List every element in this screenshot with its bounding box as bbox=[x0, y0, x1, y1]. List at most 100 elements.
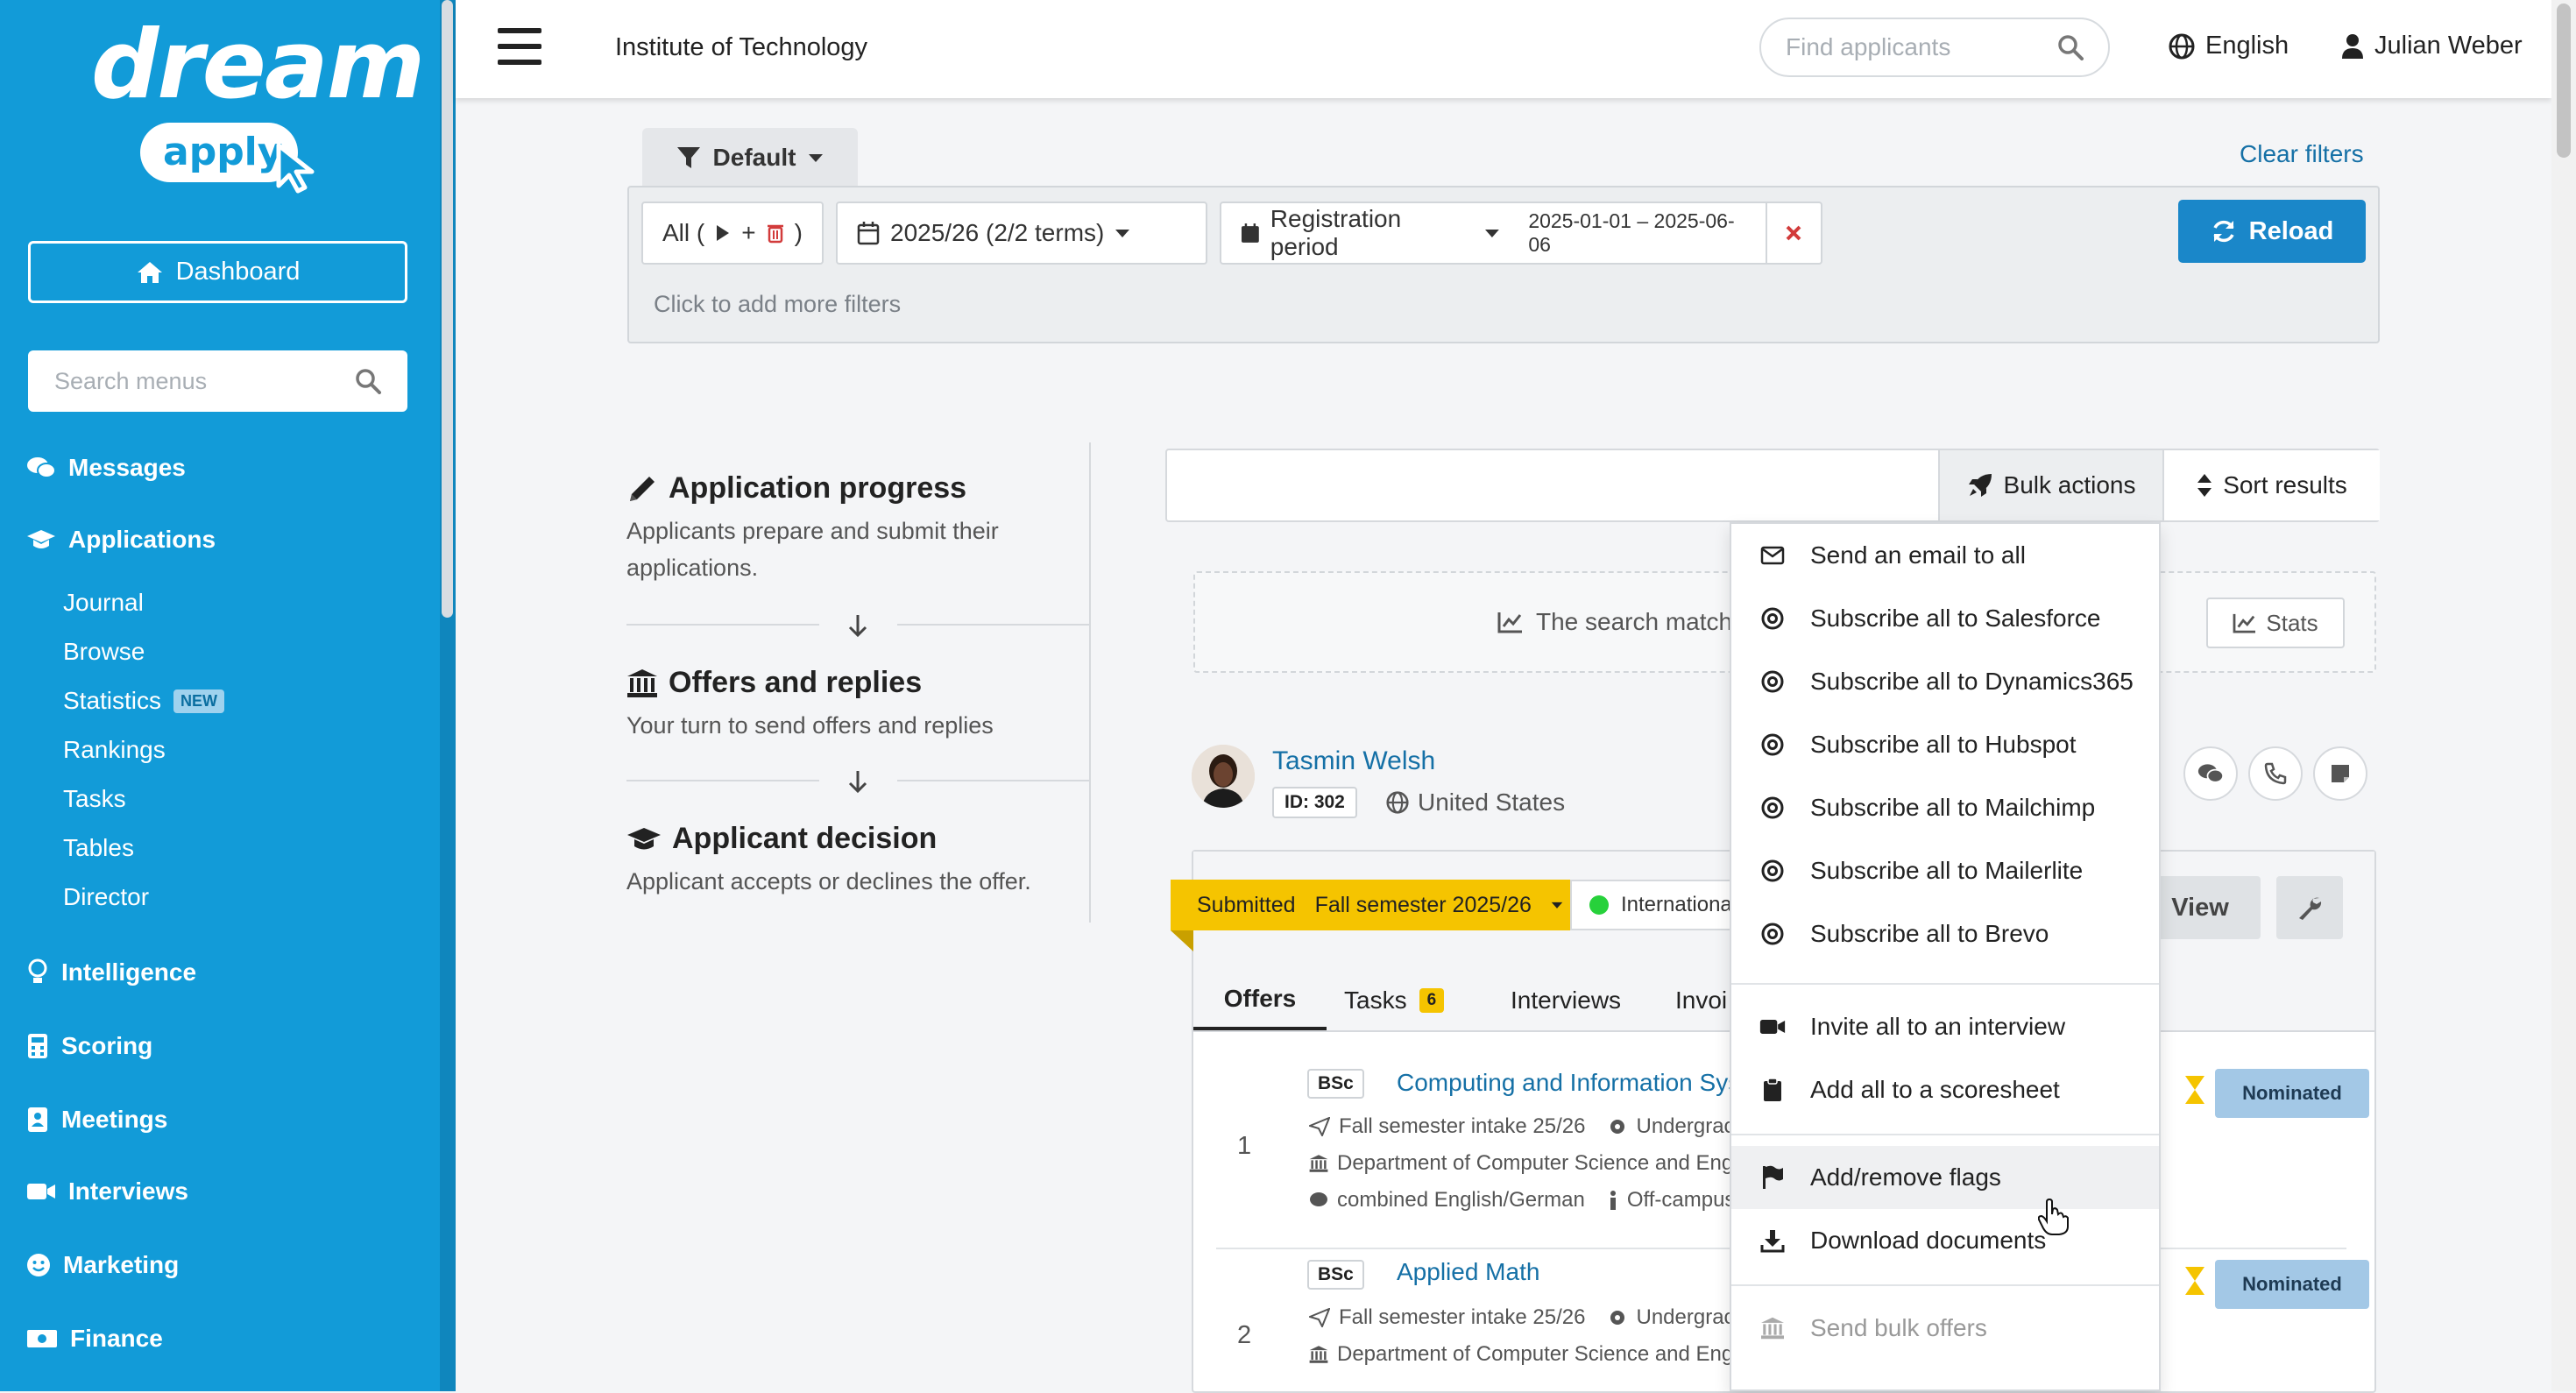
hamburger-menu-icon[interactable] bbox=[498, 26, 541, 67]
nav-sub-label: Tables bbox=[63, 834, 134, 861]
filter-preset-dropdown[interactable]: Default bbox=[642, 128, 858, 187]
menu-item-send-bulk-offers: Send bulk offers bbox=[1731, 1297, 2159, 1360]
tab-invoices[interactable]: Invoi bbox=[1675, 971, 1727, 1030]
menu-item-label: Subscribe all to Dynamics365 bbox=[1810, 668, 2134, 695]
nav-sub-rankings[interactable]: Rankings bbox=[63, 736, 166, 764]
phone-icon bbox=[2264, 762, 2287, 785]
nav-meetings[interactable]: Meetings bbox=[26, 1106, 167, 1134]
program-link[interactable]: Applied Math bbox=[1397, 1258, 1754, 1286]
nav-sub-director[interactable]: Director bbox=[63, 883, 149, 911]
period-filter-label: Registration period bbox=[1270, 205, 1402, 260]
reload-button[interactable]: Reload bbox=[2178, 200, 2366, 263]
menu-item-dynamics365[interactable]: Subscribe all to Dynamics365 bbox=[1731, 650, 2159, 713]
menu-item-send-email[interactable]: Send an email to all bbox=[1731, 524, 2159, 587]
bulk-actions-button[interactable]: Bulk actions bbox=[1938, 450, 2162, 520]
menu-item-invite-interview[interactable]: Invite all to an interview bbox=[1731, 995, 2159, 1058]
institution-icon bbox=[1309, 1346, 1328, 1363]
clipboard-icon bbox=[1764, 1078, 1781, 1101]
add-filters-link[interactable]: Click to add more filters bbox=[654, 291, 901, 318]
stats-button[interactable]: Stats bbox=[2206, 598, 2345, 648]
nav-sub-tables[interactable]: Tables bbox=[63, 834, 134, 862]
submission-status-badge[interactable]: Submitted Fall semester 2025/26 bbox=[1171, 880, 1589, 930]
menu-item-add-remove-flags[interactable]: Add/remove flags bbox=[1731, 1146, 2159, 1209]
notes-button[interactable] bbox=[2313, 746, 2367, 801]
menu-item-mailchimp[interactable]: Subscribe all to Mailchimp bbox=[1731, 776, 2159, 839]
user-menu[interactable]: Julian Weber bbox=[2341, 32, 2523, 60]
find-applicants-input[interactable]: Find applicants bbox=[1759, 18, 2110, 77]
nav-sub-label: Journal bbox=[63, 589, 144, 616]
stage-divider bbox=[897, 780, 1090, 781]
degree-badge: BSc bbox=[1307, 1260, 1364, 1290]
nav-sub-statistics[interactable]: Statistics NEW bbox=[63, 687, 225, 715]
menu-item-mailerlite[interactable]: Subscribe all to Mailerlite bbox=[1731, 839, 2159, 902]
bullseye-icon bbox=[1761, 923, 1784, 945]
offer-department: Department of Computer Science and Eng bbox=[1309, 1151, 1733, 1176]
nav-messages[interactable]: Messages bbox=[26, 454, 186, 482]
dashboard-button[interactable]: Dashboard bbox=[28, 241, 407, 303]
calendar-icon bbox=[1241, 223, 1259, 243]
menu-item-label: Subscribe all to Salesforce bbox=[1810, 605, 2101, 632]
status-filter-chip[interactable]: All ( + ) bbox=[641, 202, 824, 265]
menu-item-download-documents[interactable]: Download documents bbox=[1731, 1209, 2159, 1272]
sort-results-button[interactable]: Sort results bbox=[2162, 450, 2380, 520]
nav-sub-tasks[interactable]: Tasks bbox=[63, 785, 126, 813]
term-filter-chip[interactable]: 2025/26 (2/2 terms) bbox=[836, 202, 1207, 265]
call-button[interactable] bbox=[2248, 746, 2303, 801]
applicant-name-link[interactable]: Tasmin Welsh bbox=[1272, 746, 1435, 776]
hand-cursor-icon bbox=[2038, 1199, 2069, 1235]
page-scrollbar[interactable] bbox=[2551, 0, 2576, 1391]
tab-offers[interactable]: Offers bbox=[1193, 971, 1327, 1030]
video-camera-icon bbox=[1759, 1020, 1786, 1034]
nav-finance-label: Finance bbox=[70, 1325, 163, 1352]
menu-search-input[interactable]: Search menus bbox=[28, 350, 407, 412]
menu-item-salesforce[interactable]: Subscribe all to Salesforce bbox=[1731, 587, 2159, 650]
tab-tasks[interactable]: Tasks 6 bbox=[1344, 971, 1445, 1030]
line-chart-icon bbox=[2233, 613, 2256, 633]
user-name: Julian Weber bbox=[2374, 32, 2523, 60]
status-label: Submitted bbox=[1197, 892, 1296, 917]
avatar-portrait-icon bbox=[1192, 745, 1255, 808]
menu-item-label: Send an email to all bbox=[1810, 541, 2026, 569]
dreamapply-logo[interactable]: dream apply bbox=[88, 11, 425, 199]
close-icon bbox=[1786, 225, 1801, 241]
menu-item-hubspot[interactable]: Subscribe all to Hubspot bbox=[1731, 713, 2159, 776]
nav-sub-browse[interactable]: Browse bbox=[63, 638, 145, 666]
menu-item-brevo[interactable]: Subscribe all to Brevo bbox=[1731, 902, 2159, 965]
applicant-country-label: United States bbox=[1418, 788, 1566, 816]
menu-item-label: Subscribe all to Hubspot bbox=[1810, 731, 2077, 758]
nav-intelligence[interactable]: Intelligence bbox=[26, 958, 196, 986]
nav-scoring[interactable]: Scoring bbox=[26, 1032, 152, 1060]
nav-sub-label: Browse bbox=[63, 638, 145, 665]
stage-offers-replies[interactable]: Offers and replies Your turn to send off… bbox=[626, 666, 994, 744]
menu-item-add-scoresheet[interactable]: Add all to a scoresheet bbox=[1731, 1058, 2159, 1121]
lightbulb-icon bbox=[28, 958, 47, 983]
stats-label: Stats bbox=[2266, 609, 2318, 636]
clear-filters-link[interactable]: Clear filters bbox=[2240, 140, 2364, 168]
offer-language: combined English/German Off-campus bbox=[1309, 1188, 1735, 1213]
stage-application-progress[interactable]: Application progress Applicants prepare … bbox=[626, 471, 999, 586]
menu-item-label: Add/remove flags bbox=[1810, 1163, 2001, 1191]
nav-applications[interactable]: Applications bbox=[26, 526, 216, 554]
sidebar-scrollbar-thumb[interactable] bbox=[442, 0, 453, 618]
language-selector[interactable]: English bbox=[2169, 32, 2289, 60]
avatar[interactable] bbox=[1192, 745, 1255, 808]
menu-divider bbox=[1731, 1134, 2159, 1135]
nav-sub-label: Tasks bbox=[63, 785, 126, 812]
tools-button[interactable] bbox=[2276, 876, 2343, 939]
page-scrollbar-thumb[interactable] bbox=[2557, 4, 2571, 158]
nav-sub-journal[interactable]: Journal bbox=[63, 589, 144, 617]
nav-marketing[interactable]: Marketing bbox=[26, 1251, 179, 1279]
nav-interviews[interactable]: Interviews bbox=[26, 1177, 188, 1206]
period-filter-chip[interactable]: Registration period 2025-01-01 – 2025-06… bbox=[1220, 202, 1822, 265]
institution-icon bbox=[1761, 1317, 1784, 1340]
tab-interviews[interactable]: Interviews bbox=[1511, 971, 1621, 1030]
globe-icon bbox=[2169, 33, 2195, 59]
program-link[interactable]: Computing and Information Syst bbox=[1397, 1069, 1754, 1097]
nav-finance[interactable]: Finance bbox=[26, 1325, 163, 1353]
messages-button[interactable] bbox=[2183, 746, 2238, 801]
stage-divider bbox=[626, 624, 819, 626]
stage-applicant-decision[interactable]: Applicant decision Applicant accepts or … bbox=[626, 822, 1031, 900]
bullseye-icon bbox=[1761, 607, 1784, 630]
badge-fold bbox=[1171, 930, 1193, 951]
remove-period-filter-button[interactable] bbox=[1765, 203, 1821, 263]
